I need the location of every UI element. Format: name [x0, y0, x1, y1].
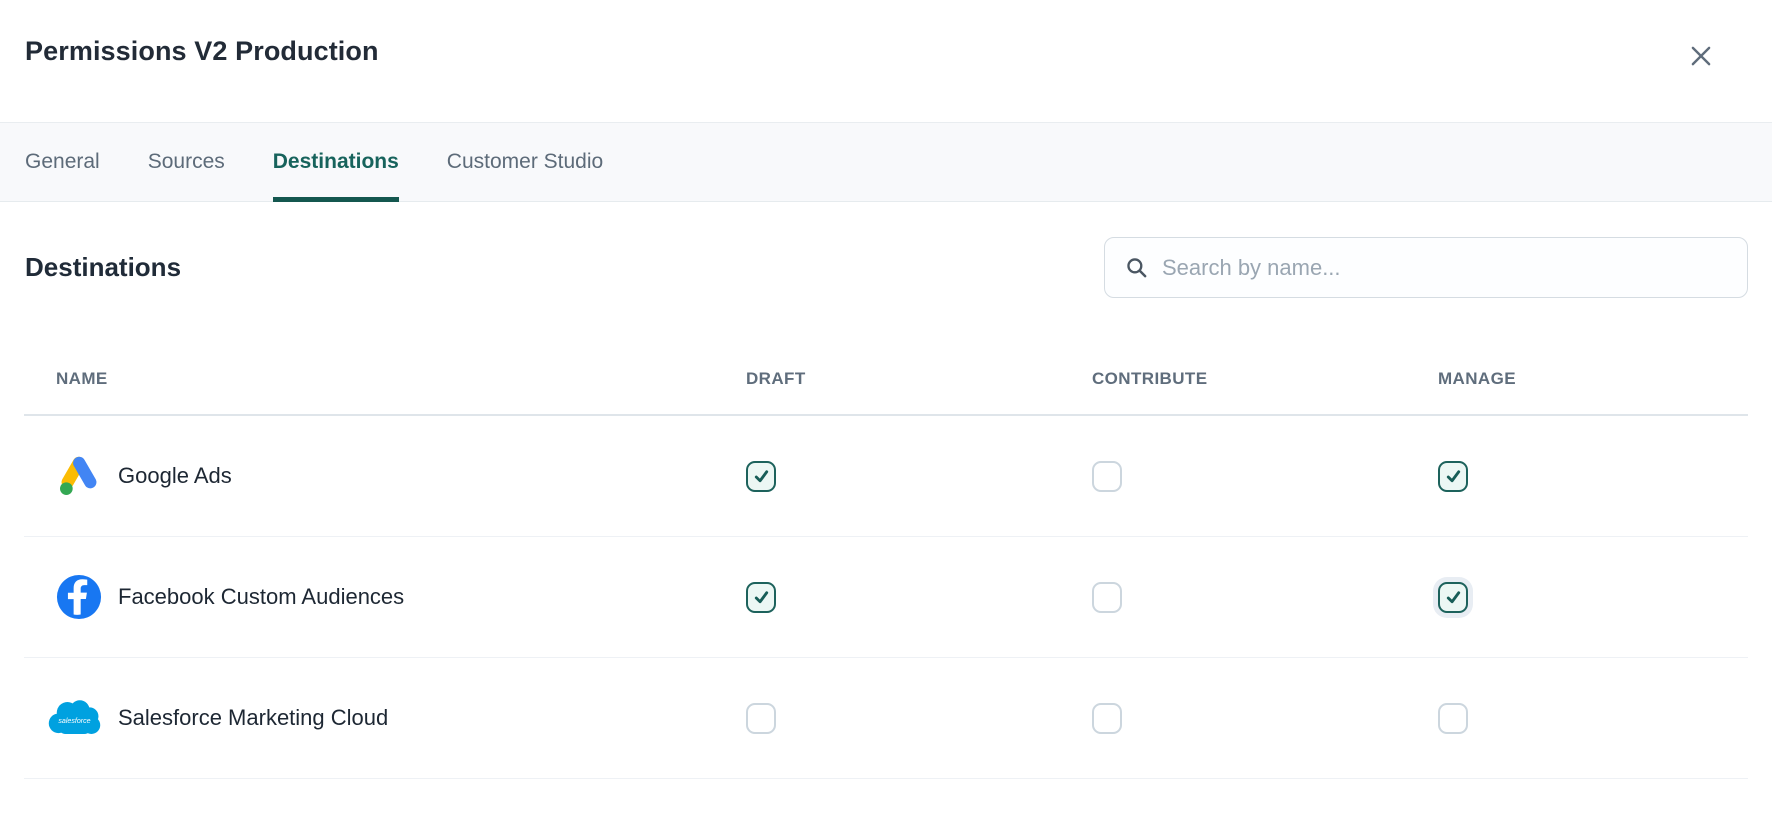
checkmark-icon — [752, 467, 771, 486]
tab-general[interactable]: General — [25, 123, 100, 201]
table-row-google-ads: Google Ads — [24, 416, 1748, 537]
table-header-row: NAME DRAFT CONTRIBUTE MANAGE — [24, 344, 1748, 416]
destination-name-cell: Google Ads — [56, 453, 746, 499]
table-row-facebook-custom-audiences: Facebook Custom Audiences — [24, 537, 1748, 658]
dialog-title: Permissions V2 Production — [25, 36, 379, 67]
checkbox-salesforce-contribute[interactable] — [1092, 703, 1122, 734]
checkbox-facebook-manage[interactable] — [1438, 582, 1468, 613]
close-icon — [1688, 43, 1714, 69]
tab-panel-destinations: Destinations NAME DRAFT CONTRIBUTE MANAG… — [0, 237, 1772, 779]
close-button[interactable] — [1681, 36, 1721, 76]
column-header-name: NAME — [56, 369, 746, 389]
column-header-contribute: CONTRIBUTE — [1092, 369, 1438, 389]
checkbox-salesforce-draft[interactable] — [746, 703, 776, 734]
destination-name: Salesforce Marketing Cloud — [118, 705, 388, 731]
svg-text:salesforce: salesforce — [58, 717, 90, 725]
checkbox-facebook-draft[interactable] — [746, 582, 776, 613]
destination-name-cell: Facebook Custom Audiences — [56, 574, 746, 620]
checkbox-google-ads-manage[interactable] — [1438, 461, 1468, 492]
checkbox-facebook-contribute[interactable] — [1092, 582, 1122, 613]
destinations-table: NAME DRAFT CONTRIBUTE MANAGE Google Ads — [24, 344, 1748, 779]
google-ads-logo — [56, 453, 102, 499]
checkbox-google-ads-draft[interactable] — [746, 461, 776, 492]
dialog-header: Permissions V2 Production — [0, 0, 1772, 122]
checkmark-icon — [1444, 467, 1463, 486]
search-input[interactable] — [1162, 255, 1727, 281]
destination-name-cell: salesforce Salesforce Marketing Cloud — [56, 695, 746, 741]
column-header-manage: MANAGE — [1438, 369, 1748, 389]
checkmark-icon — [752, 588, 771, 607]
tab-destinations[interactable]: Destinations — [273, 123, 399, 201]
tab-sources[interactable]: Sources — [148, 123, 225, 201]
destination-name: Google Ads — [118, 463, 232, 489]
search-box[interactable] — [1104, 237, 1748, 298]
salesforce-logo: salesforce — [47, 697, 102, 739]
magnifier-icon — [1125, 256, 1148, 279]
checkmark-icon — [1444, 588, 1463, 607]
tab-bar: General Sources Destinations Customer St… — [0, 122, 1772, 202]
tab-customer-studio[interactable]: Customer Studio — [447, 123, 603, 201]
facebook-logo — [56, 574, 102, 620]
checkbox-google-ads-contribute[interactable] — [1092, 461, 1122, 492]
destination-name: Facebook Custom Audiences — [118, 584, 404, 610]
table-row-salesforce-marketing-cloud: salesforce Salesforce Marketing Cloud — [24, 658, 1748, 779]
section-heading: Destinations — [24, 252, 181, 283]
column-header-draft: DRAFT — [746, 369, 1092, 389]
checkbox-salesforce-manage[interactable] — [1438, 703, 1468, 734]
